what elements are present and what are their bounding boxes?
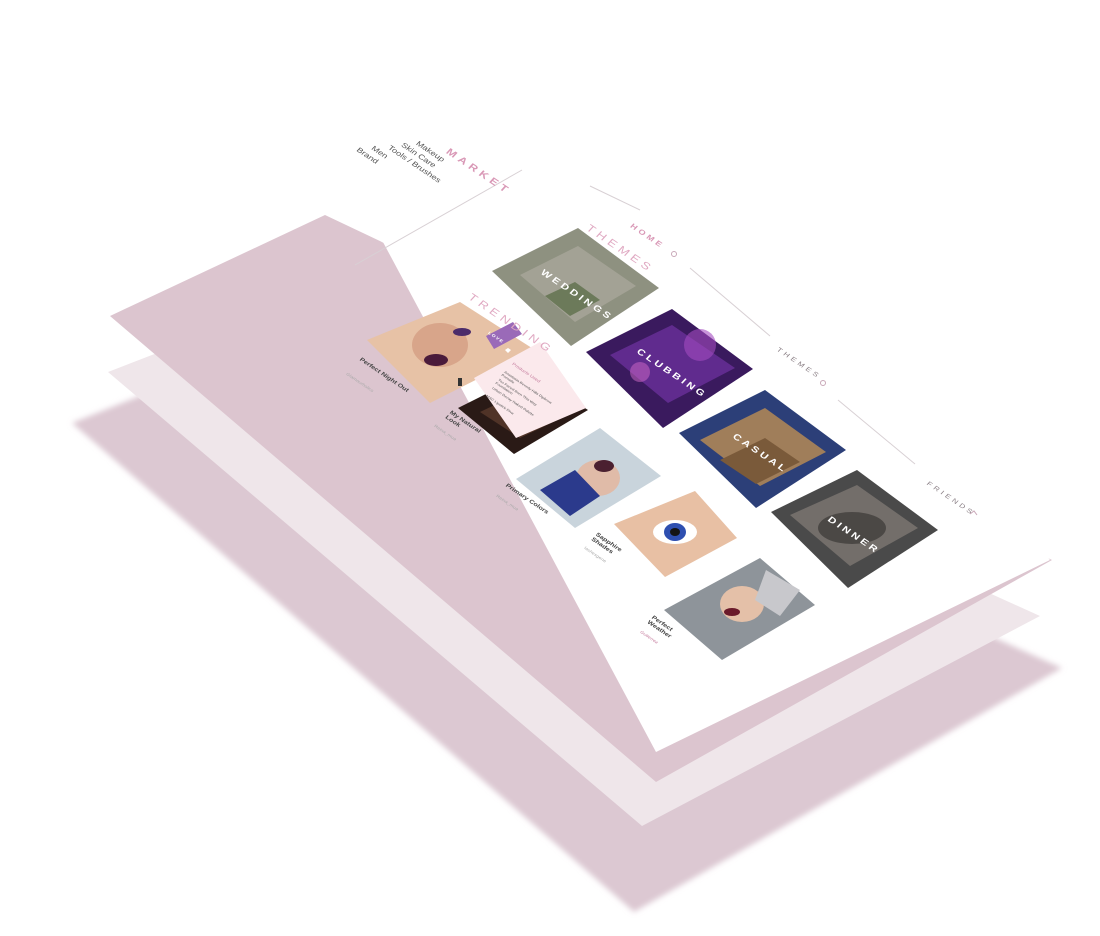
theme-label-dinner[interactable]: DINNER (825, 515, 882, 556)
text-plane: MARKET Makeup Skin Care Tools / Brushes … (0, 0, 1100, 936)
nav-home[interactable]: HOME (629, 222, 667, 250)
mockup-stage: MARKET Makeup Skin Care Tools / Brushes … (0, 0, 1100, 936)
nav-themes[interactable]: THEMES (775, 346, 823, 380)
nav-friends[interactable]: FRIENDS (925, 480, 977, 517)
card-title-sapphire-shades[interactable]: Sapphire Shades (589, 532, 631, 564)
card-title-primary-colors[interactable]: Primary Colors (504, 483, 550, 515)
section-title-trending: TRENDING (465, 291, 557, 356)
love-badge[interactable]: LOVE (487, 331, 505, 344)
theme-label-clubbing[interactable]: CLUBBING (634, 347, 709, 400)
card-sub-perfect-night-out: Glamourholics (344, 372, 375, 394)
market-menu: MARKET Makeup Skin Care Tools / Brushes … (354, 108, 514, 196)
card-sub-primary-colors: Reina_mua (494, 494, 520, 512)
theme-label-casual[interactable]: CASUAL (730, 432, 790, 475)
theme-label-weddings[interactable]: WEDDINGS (538, 268, 615, 323)
